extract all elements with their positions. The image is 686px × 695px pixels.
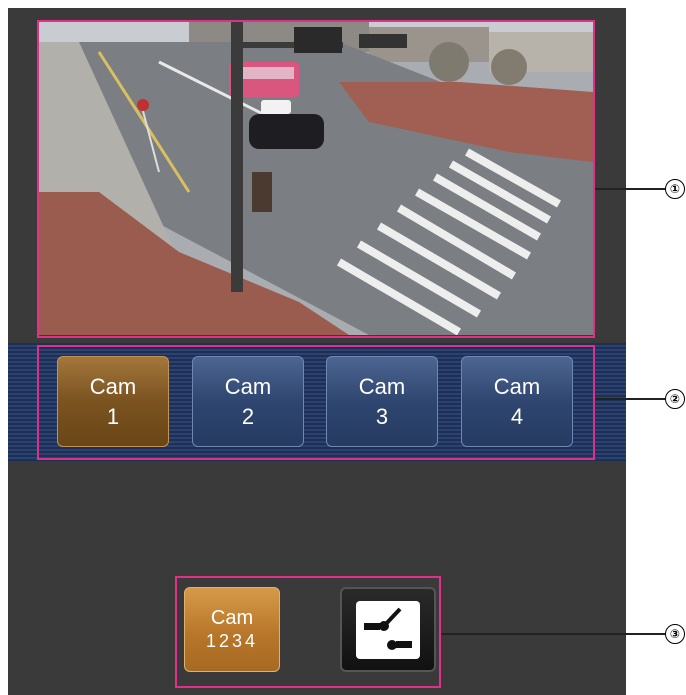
callout-3: ③ [665, 624, 685, 644]
callout-2: ② [665, 389, 685, 409]
callout-line-1 [595, 188, 665, 190]
camera-buttons-highlight [37, 345, 595, 460]
bottom-buttons-highlight [175, 576, 441, 688]
callout-1: ① [665, 179, 685, 199]
callout-line-2 [595, 398, 665, 400]
camera-view-highlight [37, 20, 595, 338]
callout-line-3 [441, 633, 665, 635]
